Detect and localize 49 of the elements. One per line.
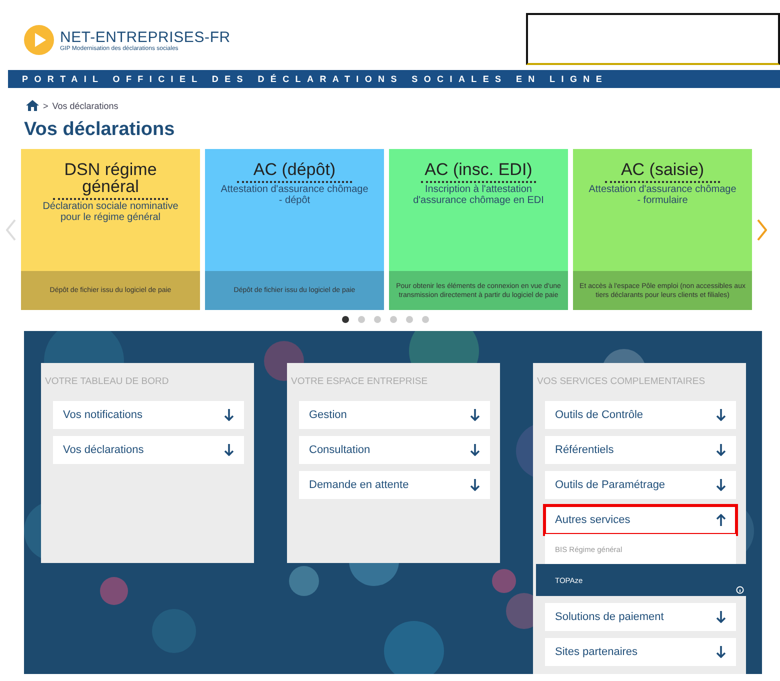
carousel-dot[interactable] [374, 316, 380, 323]
chevron-right-icon[interactable] [757, 218, 767, 240]
breadcrumb-current: Vos déclarations [52, 100, 118, 110]
carousel-dot[interactable] [342, 316, 348, 323]
carousel-dot[interactable] [422, 316, 428, 323]
card-subtitle: Inscription à l'attestation d'assurance chômage en EDI [412, 184, 545, 206]
arrow-down-icon [470, 409, 480, 421]
arrow-down-icon [224, 409, 234, 421]
chevron-left-icon[interactable] [6, 218, 16, 240]
arrow-down-icon [470, 479, 480, 491]
banner-text: PORTAIL OFFICIEL DES DÉCLARATIONS SOCIALES EN LIGNE [22, 74, 608, 84]
card-subtitle: Attestation d'assurance chômage - dépôt [220, 184, 370, 206]
accordion-item[interactable]: Vos déclarations [53, 436, 244, 464]
card-title: DSN régime général [63, 161, 158, 195]
page-title: Vos déclarations [24, 119, 176, 141]
info-icon[interactable] [736, 586, 744, 594]
accordion-item[interactable]: Vos notifications [53, 401, 244, 429]
arrow-down-icon [224, 444, 234, 456]
accordion-item[interactable]: Outils de Paramétrage [545, 471, 736, 499]
card-title: AC (insc. EDI) [424, 161, 534, 178]
accordion-item[interactable]: Consultation [299, 436, 490, 464]
card-subtitle: Attestation d'assurance chômage - formulaire [588, 184, 738, 206]
card-title: AC (dépôt) [252, 161, 337, 178]
arrow-down-icon [716, 611, 726, 623]
arrow-down-icon [716, 479, 726, 491]
home-icon[interactable] [26, 100, 39, 111]
arrow-down-icon [716, 646, 726, 658]
arrow-up-icon [716, 514, 726, 526]
carousel-dot[interactable] [358, 316, 364, 323]
accordion-item[interactable]: Outils de Contrôle [545, 401, 736, 429]
accordion-item[interactable]: Autres services [545, 506, 736, 534]
logo-title: NET-ENTREPRISES-FR [60, 28, 230, 46]
arrow-down-icon [470, 444, 480, 456]
card-subtitle: Déclaration sociale nominative pour le régime général [42, 201, 180, 223]
accordion-item[interactable]: Sites partenaires [545, 638, 736, 666]
arrow-down-icon [716, 409, 726, 421]
accordion-item[interactable]: Solutions de paiement [545, 603, 736, 631]
breadcrumb-separator: > [43, 100, 48, 110]
accordion-item[interactable]: Gestion [299, 401, 490, 429]
accordion-item[interactable]: Demande en attente [299, 471, 490, 499]
accordion-item[interactable]: Référentiels [545, 436, 736, 464]
panel-title: VOS SERVICES COMPLEMENTAIRES [537, 376, 706, 387]
play-logo-icon [24, 25, 54, 55]
card-title: AC (saisie) [620, 161, 706, 178]
panel-title: VOTRE ESPACE ENTREPRISE [291, 376, 429, 387]
arrow-down-icon [716, 444, 726, 456]
panel-title: VOTRE TABLEAU DE BORD [45, 376, 170, 387]
carousel-dot[interactable] [406, 316, 412, 323]
carousel-dot[interactable] [390, 316, 396, 323]
